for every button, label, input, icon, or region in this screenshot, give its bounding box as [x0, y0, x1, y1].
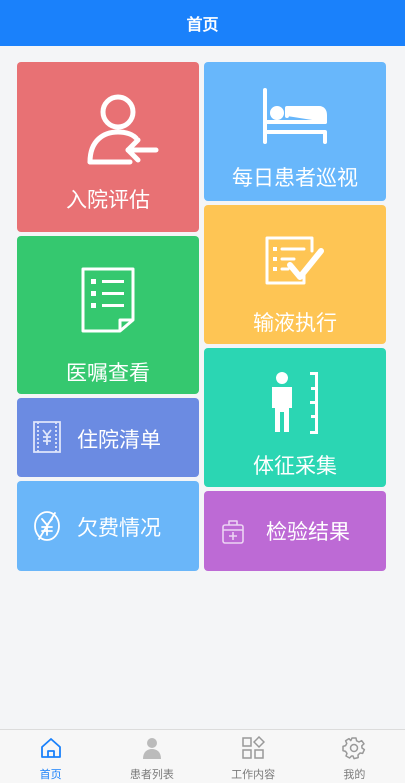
tile-daily-rounds[interactable]: 每日患者巡视 [204, 62, 386, 201]
tile-label: 住院清单 [77, 428, 161, 452]
tile-vital-signs[interactable]: 体征采集 [204, 348, 386, 487]
tab-patient-list[interactable]: 患者列表 [101, 730, 202, 783]
no-yuan-icon [34, 511, 60, 541]
grid-icon [242, 736, 266, 759]
page-header: 首页 [0, 0, 405, 46]
page-title: 首页 [186, 15, 219, 34]
height-measure-icon [272, 372, 318, 434]
tile-infusion[interactable]: 输液执行 [204, 205, 386, 344]
person-icon [142, 738, 161, 759]
tile-arrears[interactable]: 欠费情况 [17, 481, 199, 571]
tile-label: 欠费情况 [77, 516, 161, 540]
gear-icon [342, 737, 366, 760]
tile-label: 医嘱查看 [66, 361, 150, 385]
yuan-receipt-icon [33, 421, 61, 453]
bottom-tab-bar: 首页 患者列表 工作内容 我的 [0, 729, 405, 783]
tile-label: 检验结果 [266, 520, 350, 544]
tile-label: 入院评估 [66, 188, 150, 212]
tile-medical-orders[interactable]: 医嘱查看 [17, 236, 199, 394]
tab-work-content[interactable]: 工作内容 [203, 730, 304, 783]
bed-icon [263, 88, 327, 144]
tile-lab-results[interactable]: 检验结果 [204, 491, 386, 571]
medical-kit-icon [222, 520, 244, 544]
tile-hospital-bill[interactable]: 住院清单 [17, 398, 199, 477]
user-return-icon [87, 94, 159, 165]
tile-label: 体征采集 [253, 454, 337, 478]
tile-admission-assessment[interactable]: 入院评估 [17, 62, 199, 232]
tab-label: 患者列表 [129, 768, 174, 781]
home-icon [40, 738, 61, 758]
tab-label: 我的 [343, 768, 366, 781]
tab-mine[interactable]: 我的 [304, 730, 405, 783]
tile-label: 输液执行 [253, 311, 337, 335]
tile-label: 每日患者巡视 [232, 166, 358, 190]
tab-home[interactable]: 首页 [0, 730, 101, 783]
tab-label: 工作内容 [231, 768, 276, 781]
document-list-icon [81, 267, 135, 333]
tab-label: 首页 [39, 768, 62, 781]
checklist-icon [265, 236, 324, 285]
